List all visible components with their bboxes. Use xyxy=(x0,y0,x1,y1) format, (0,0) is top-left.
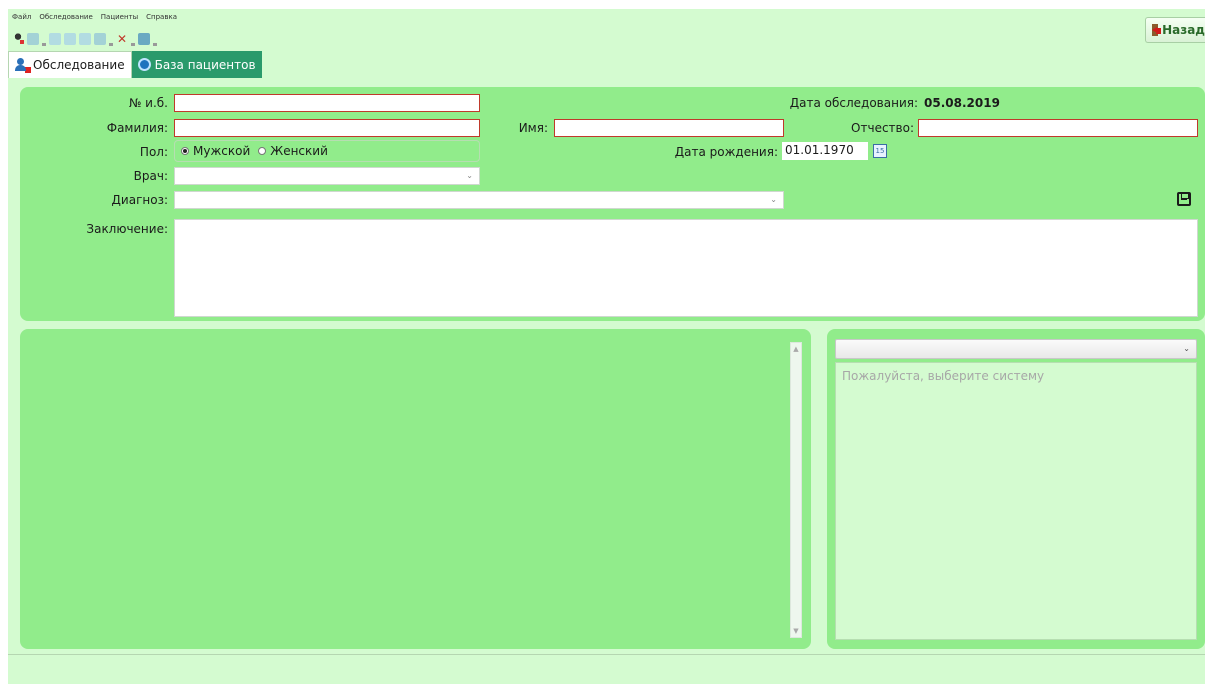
chevron-down-icon[interactable]: ▼ xyxy=(791,627,801,635)
gender-female-label[interactable]: Женский xyxy=(270,144,328,158)
toolbar-separator xyxy=(153,42,157,46)
birth-date-label: Дата рождения: xyxy=(674,145,778,159)
gender-group: Мужской Женский xyxy=(174,140,480,162)
doctor-select[interactable]: ⌄ xyxy=(174,167,480,185)
patronymic-label: Отчество: xyxy=(851,121,914,135)
tab-patient-database[interactable]: База пациентов xyxy=(131,51,262,78)
record-no-input[interactable] xyxy=(174,94,480,112)
gender-male-radio[interactable] xyxy=(181,147,189,155)
database-icon xyxy=(137,58,151,71)
doc-icon[interactable] xyxy=(64,33,76,45)
diagnosis-select[interactable]: ⌄ xyxy=(174,191,784,209)
gender-male-label[interactable]: Мужской xyxy=(193,144,250,158)
gender-label: Пол: xyxy=(139,145,168,159)
chevron-up-icon[interactable]: ▲ xyxy=(791,345,801,353)
diagnosis-label: Диагноз: xyxy=(111,193,168,207)
chevron-down-icon: ⌄ xyxy=(1183,344,1190,353)
system-content-area: Пожалуйста, выберите систему xyxy=(835,362,1197,640)
calendar-icon[interactable]: 15 xyxy=(873,144,887,158)
menu-bar: Файл Обследование Пациенты Справка xyxy=(12,13,177,25)
chevron-down-icon: ⌄ xyxy=(770,195,777,204)
name-input[interactable] xyxy=(554,119,784,137)
user-icon[interactable] xyxy=(12,33,24,45)
tab-examination-label: Обследование xyxy=(33,58,125,72)
name-label: Имя: xyxy=(518,121,548,135)
toolbar-separator xyxy=(109,42,113,46)
examination-content-panel xyxy=(20,329,811,649)
doctor-label: Врач: xyxy=(133,169,168,183)
status-bar xyxy=(8,654,1205,684)
vertical-scrollbar[interactable]: ▲ ▼ xyxy=(790,342,802,638)
birth-date-input[interactable]: 01.01.1970 xyxy=(782,142,868,160)
toolbar-separator xyxy=(42,42,46,46)
menu-help[interactable]: Справка xyxy=(146,13,177,25)
doc-delete-icon[interactable] xyxy=(79,33,91,45)
save-icon[interactable] xyxy=(1177,192,1191,206)
toolbar: ✕ xyxy=(12,31,157,47)
tab-patient-database-label: База пациентов xyxy=(154,57,256,72)
tab-examination[interactable]: Обследование xyxy=(8,51,132,78)
toolbar-separator xyxy=(131,42,135,46)
chevron-down-icon: ⌄ xyxy=(466,171,473,180)
conclusion-label: Заключение: xyxy=(86,222,168,236)
add-user-icon xyxy=(15,58,31,73)
surname-input[interactable] xyxy=(174,119,480,137)
menu-file[interactable]: Файл xyxy=(12,13,31,25)
print-icon[interactable] xyxy=(138,33,150,45)
back-button-label: Назад xyxy=(1162,23,1205,37)
back-button[interactable]: Назад xyxy=(1145,17,1205,43)
back-arrow-icon[interactable] xyxy=(27,33,39,45)
exit-door-icon xyxy=(1152,23,1159,37)
system-placeholder-text: Пожалуйста, выберите систему xyxy=(842,369,1045,383)
record-no-label: № и.б. xyxy=(128,96,168,110)
app-window: Файл Обследование Пациенты Справка ✕ Наз… xyxy=(8,9,1205,684)
surname-label: Фамилия: xyxy=(106,121,168,135)
conclusion-textarea[interactable] xyxy=(174,219,1198,317)
exam-date-label: Дата обследования: xyxy=(789,96,918,110)
cut-icon[interactable]: ✕ xyxy=(116,33,128,45)
exam-date-value: 05.08.2019 xyxy=(924,96,1000,110)
tab-bar: Обследование База пациентов xyxy=(8,51,262,78)
patronymic-input[interactable] xyxy=(918,119,1198,137)
menu-examination[interactable]: Обследование xyxy=(39,13,92,25)
doc-icon[interactable] xyxy=(49,33,61,45)
system-select[interactable]: ⌄ xyxy=(835,339,1197,359)
menu-patients[interactable]: Пациенты xyxy=(101,13,138,25)
save-doc-icon[interactable] xyxy=(94,33,106,45)
gender-female-radio[interactable] xyxy=(258,147,267,155)
